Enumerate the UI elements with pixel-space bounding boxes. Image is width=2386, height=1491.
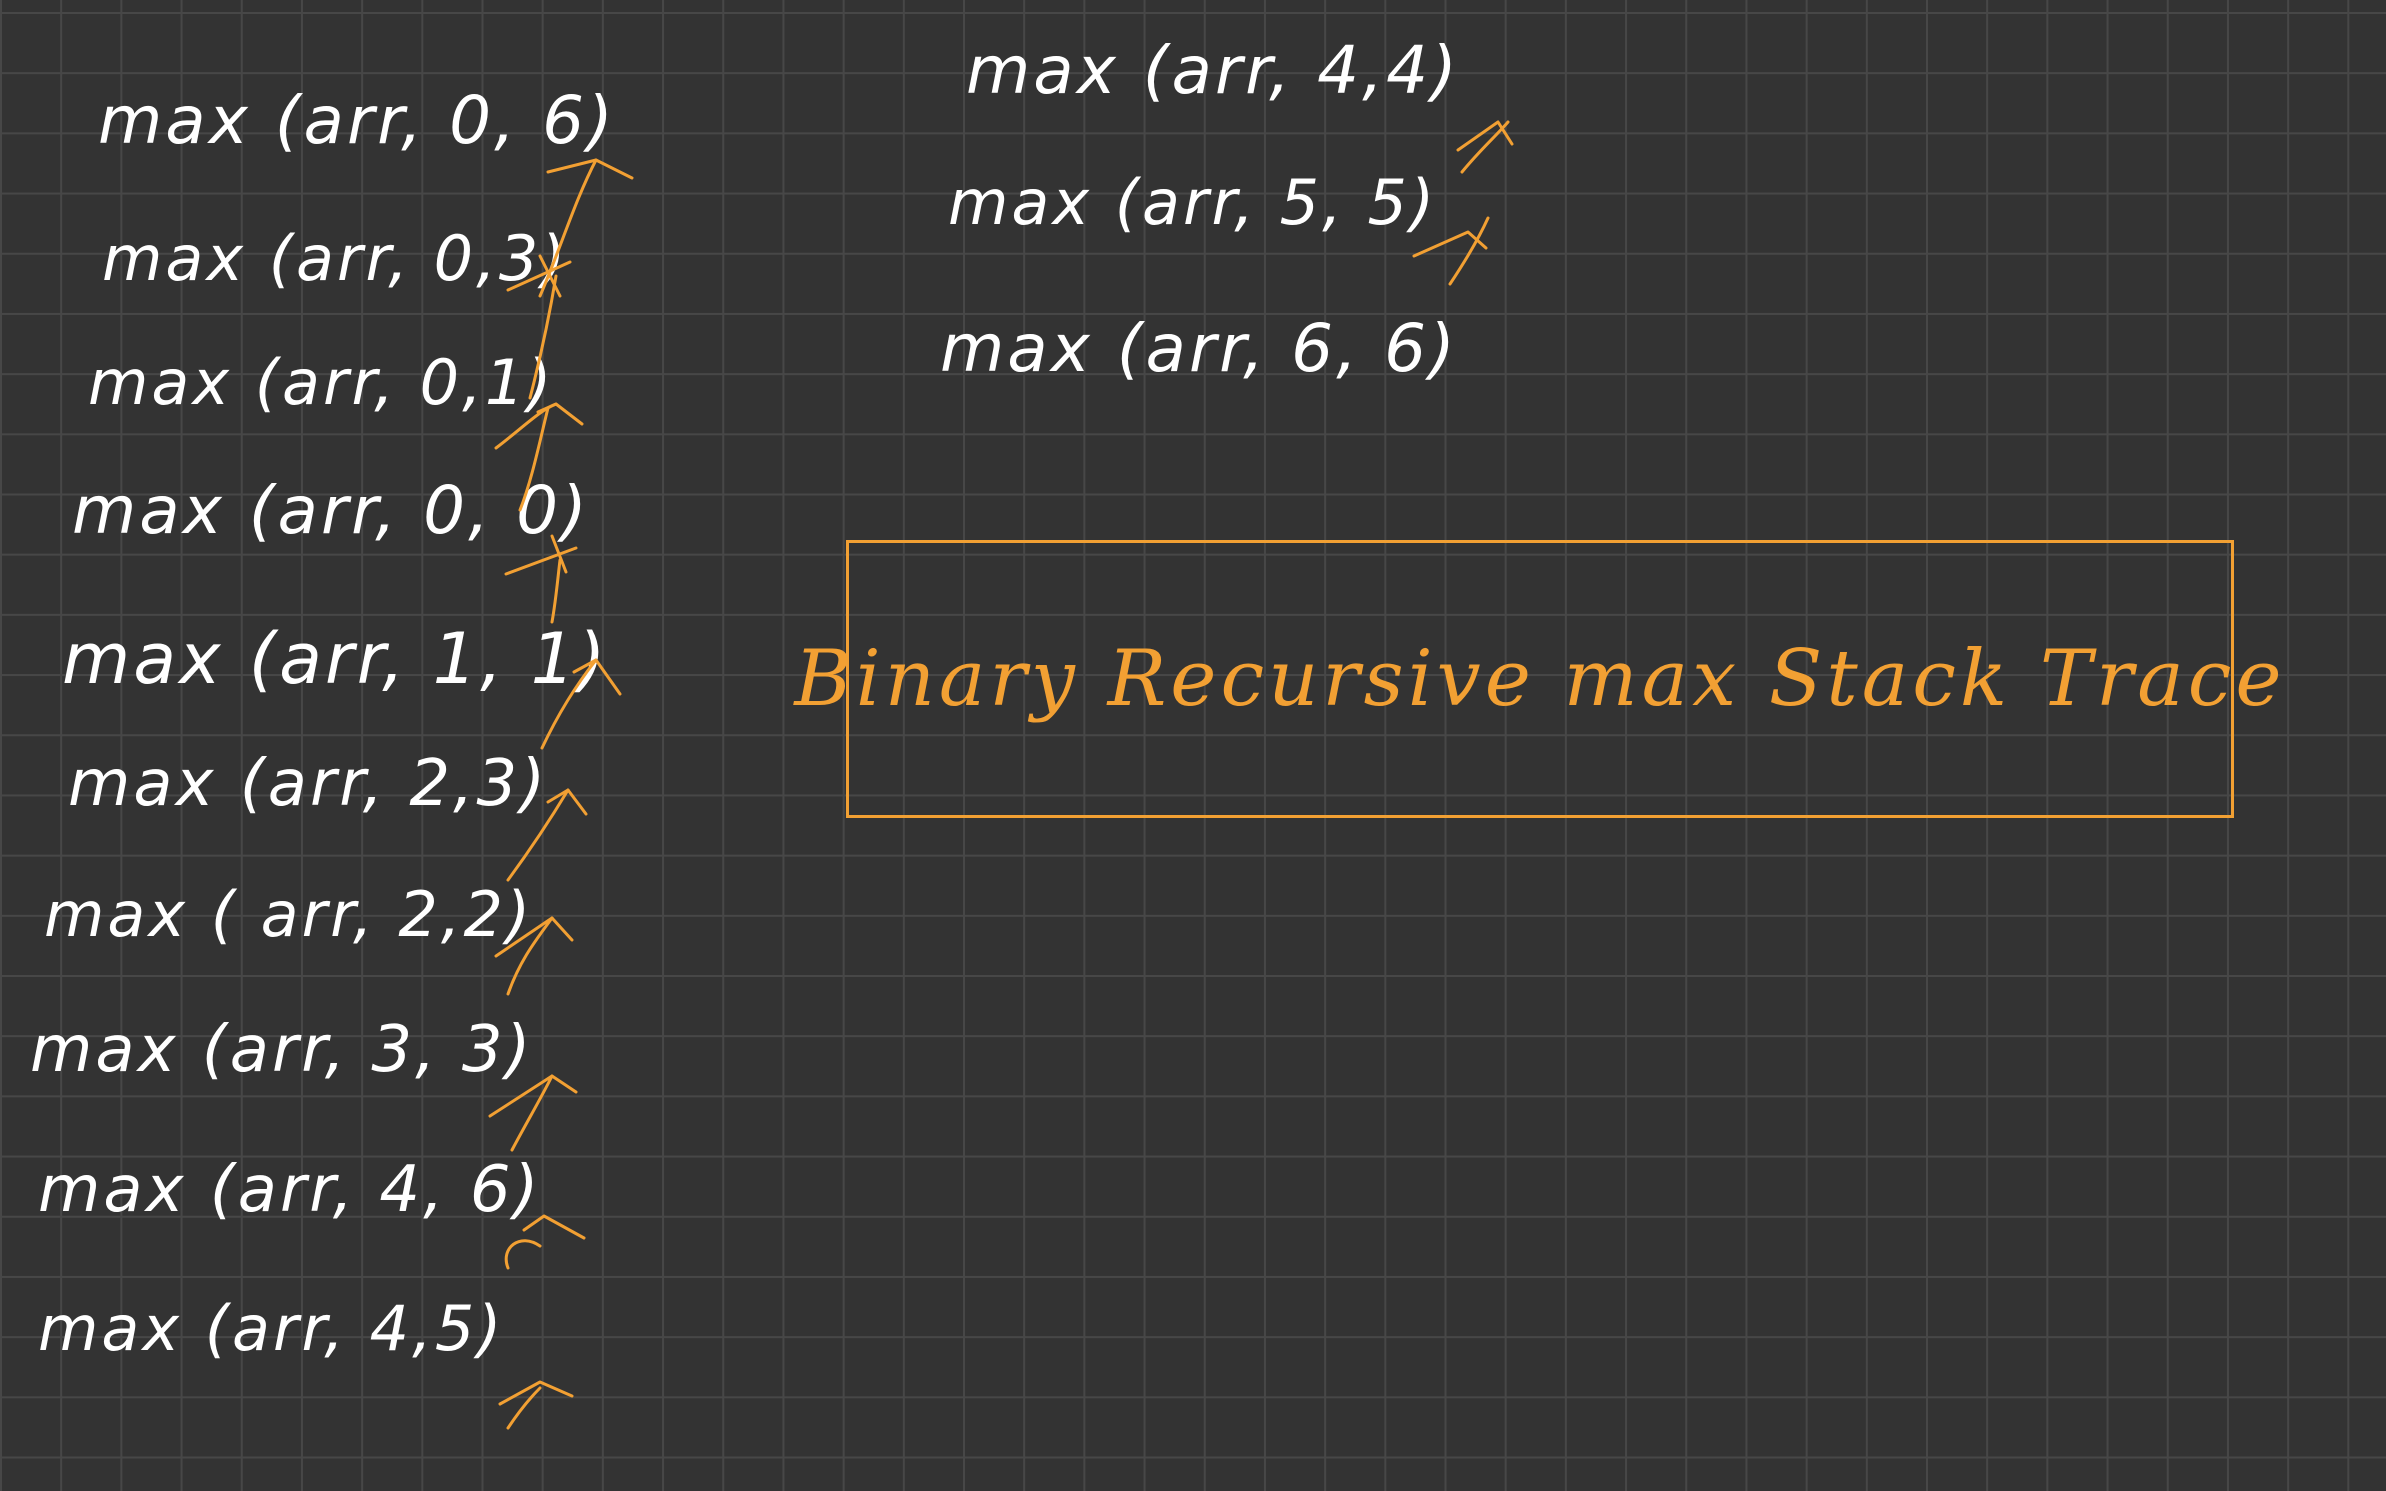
return-arrow-icon xyxy=(504,1239,542,1270)
return-arrow-icon xyxy=(1448,216,1490,286)
title-box: Binary Recursive max Stack Trace xyxy=(794,540,2282,818)
call-max-5-5: max (arr, 5, 5) xyxy=(948,166,1438,239)
call-max-0-1: max (arr, 0,1) xyxy=(88,346,555,419)
return-arrow-icon xyxy=(510,1074,554,1152)
whiteboard-canvas: max (arr, 0, 6) max (arr, 0,3) max (arr,… xyxy=(0,0,2386,1491)
call-max-2-3: max (arr, 2,3) xyxy=(68,747,549,821)
call-max-0-3: max (arr, 0,3) xyxy=(102,222,569,295)
call-max-4-5: max (arr, 4,5) xyxy=(38,1292,505,1365)
call-max-0-6: max (arr, 0, 6) xyxy=(98,82,616,159)
return-arrow-icon xyxy=(506,1386,542,1430)
call-max-4-6: max (arr, 4, 6) xyxy=(38,1153,542,1227)
arrowhead-icon xyxy=(1456,120,1514,152)
return-arrow-icon xyxy=(550,558,562,624)
call-max-3-3: max (arr, 3, 3) xyxy=(30,1013,534,1087)
arrowhead-icon xyxy=(498,1380,574,1406)
diagram-title: Binary Recursive max Stack Trace xyxy=(794,634,2286,724)
call-max-4-4: max (arr, 4,4) xyxy=(966,32,1460,109)
call-max-0-0: max (arr, 0, 0) xyxy=(72,472,590,549)
arrowhead-icon xyxy=(546,788,588,816)
call-max-1-1: max (arr, 1, 1) xyxy=(62,618,609,700)
call-max-2-2: max ( arr, 2,2) xyxy=(44,878,534,951)
arrowhead-icon xyxy=(546,158,634,180)
call-max-6-6: max (arr, 6, 6) xyxy=(940,310,1458,387)
return-arrow-icon xyxy=(1460,120,1510,174)
